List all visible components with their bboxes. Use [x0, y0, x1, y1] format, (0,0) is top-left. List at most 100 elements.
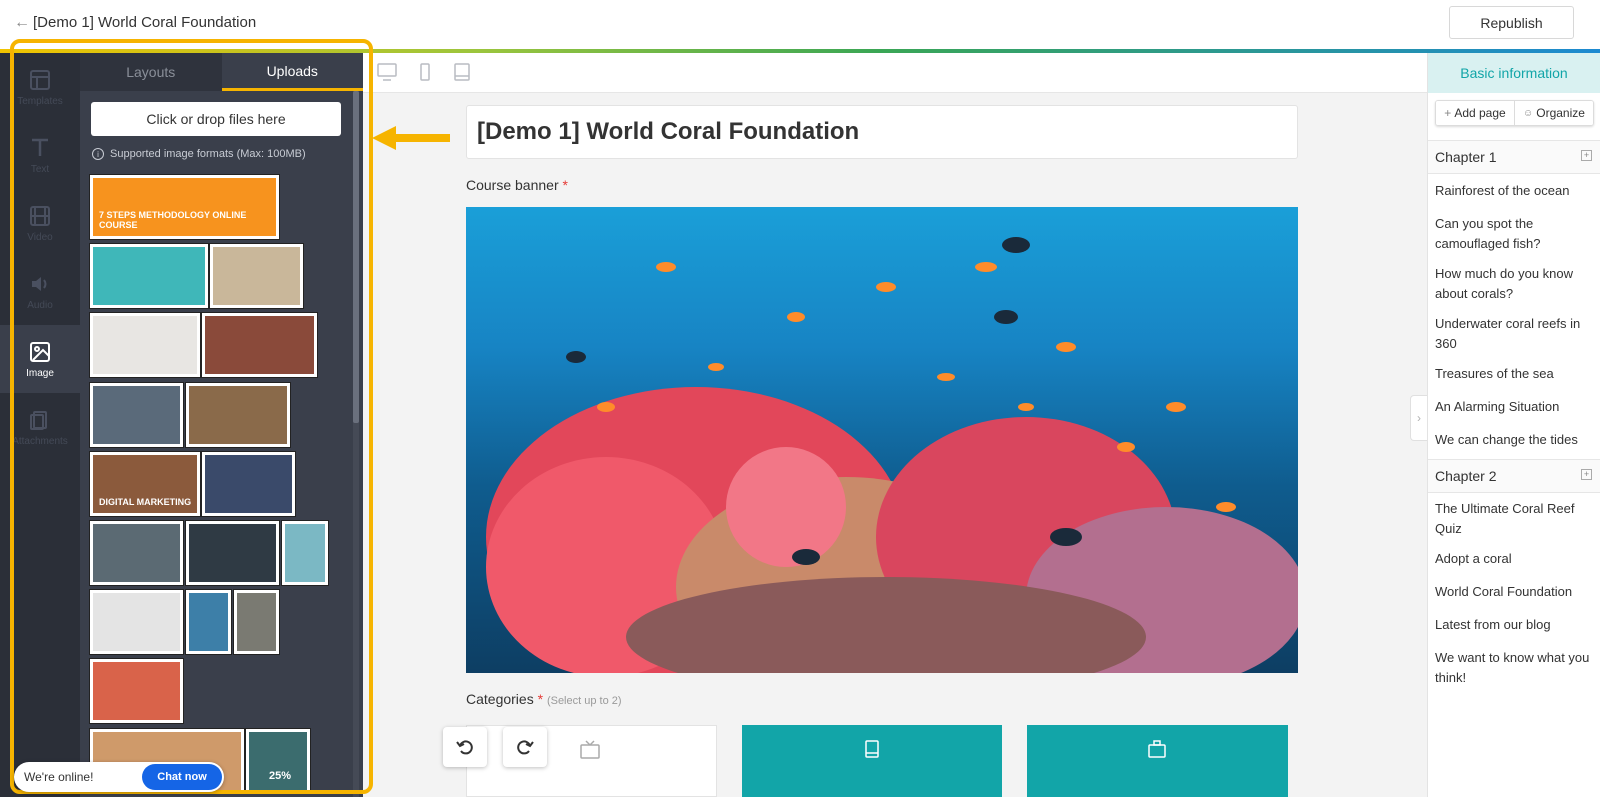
tool-rail: Templates Text Video Audio Image Attachm…: [0, 53, 80, 797]
page-item[interactable]: Adopt a coral: [1435, 549, 1595, 569]
expand-icon[interactable]: +: [1581, 150, 1592, 161]
page-item[interactable]: We want to know what you think!: [1435, 648, 1595, 688]
organize-label: Organize: [1536, 106, 1585, 120]
upload-thumbnail[interactable]: DIGITAL MARKETING: [90, 452, 200, 516]
page-item[interactable]: An Alarming Situation: [1435, 397, 1595, 417]
page-item[interactable]: Latest from our blog: [1435, 615, 1595, 635]
tab-uploads[interactable]: Uploads: [221, 53, 363, 91]
rail-label: Text: [30, 163, 50, 175]
rail-label: Attachments: [12, 435, 68, 447]
rail-item-audio[interactable]: Audio: [0, 257, 80, 325]
scrollbar-thumb[interactable]: [353, 91, 359, 423]
coral-reef-illustration: [486, 237, 1298, 673]
chapter-title: Chapter 2: [1435, 468, 1497, 484]
page-sidebar: Basic information + Add page ☺ Organize …: [1427, 53, 1600, 797]
page-item[interactable]: Rainforest of the ocean: [1435, 181, 1595, 201]
upload-thumbnail[interactable]: [90, 313, 200, 377]
upload-thumbnail[interactable]: 7 STEPS METHODOLOGY ONLINE COURSE: [90, 175, 279, 239]
upload-thumbnail[interactable]: [90, 590, 183, 654]
upload-thumbnail[interactable]: 25%: [246, 729, 310, 793]
rail-label: Image: [26, 367, 54, 379]
course-title: [Demo 1] World Coral Foundation: [33, 14, 257, 31]
page-item[interactable]: Underwater coral reefs in 360: [1435, 314, 1595, 354]
uploads-panel: Layouts Uploads Click or drop files here…: [80, 53, 363, 797]
plus-icon: +: [1444, 106, 1452, 120]
category-option[interactable]: [1027, 725, 1288, 797]
redo-icon: [517, 740, 534, 755]
top-bar: ← [Demo 1] World Coral Foundation Republ…: [0, 0, 1600, 50]
banner-label-text: Course banner: [466, 177, 559, 193]
panel-tabs: Layouts Uploads: [80, 53, 363, 91]
chat-widget: We're online! Chat now: [14, 762, 224, 792]
layout-icon: [30, 69, 50, 90]
upload-thumbnail[interactable]: [282, 521, 328, 585]
speaker-icon: [32, 276, 47, 291]
rail-label: Video: [27, 231, 53, 243]
add-page-label: Add page: [1454, 106, 1506, 120]
rail-item-templates[interactable]: Templates: [0, 53, 80, 121]
chapter-title: Chapter 1: [1435, 149, 1497, 165]
rail-item-image[interactable]: Image: [0, 325, 80, 393]
upload-thumbnail[interactable]: [202, 313, 317, 377]
sidebar-actions: + Add page ☺ Organize: [1435, 100, 1594, 126]
upload-thumbnail[interactable]: [90, 521, 183, 585]
thumbnail-caption: 25%: [269, 769, 292, 782]
upload-thumbnail[interactable]: [234, 590, 279, 654]
undo-icon: [456, 740, 473, 755]
device-toolbar: [363, 53, 1427, 93]
undo-button[interactable]: [443, 727, 487, 767]
upload-thumbnail[interactable]: [202, 452, 295, 516]
categories-hint: (Select up to 2): [546, 695, 622, 707]
editor-canvas: [Demo 1] World Coral Foundation Course b…: [363, 53, 1427, 797]
banner-label: Course banner *: [466, 177, 568, 193]
person-icon: ☺: [1523, 107, 1534, 119]
attachment-icon: [30, 410, 47, 430]
tab-layouts[interactable]: Layouts: [80, 53, 222, 91]
category-option[interactable]: [742, 725, 1002, 797]
back-arrow-icon[interactable]: ←: [14, 14, 30, 32]
categories-label: Categories * (Select up to 2): [466, 691, 622, 707]
mobile-icon[interactable]: [415, 63, 435, 81]
chapter-header[interactable]: Chapter 2 +: [1428, 459, 1600, 493]
upload-dropzone-button[interactable]: Click or drop files here: [91, 102, 341, 136]
page-item[interactable]: We can change the tides: [1435, 430, 1595, 450]
page-item[interactable]: Can you spot the camouflaged fish?: [1435, 214, 1595, 254]
desktop-icon[interactable]: [377, 63, 397, 81]
thumbnail-caption: DIGITAL MARKETING: [99, 497, 192, 508]
chapter-header[interactable]: Chapter 1 +: [1428, 140, 1600, 174]
upload-thumbnail[interactable]: [186, 590, 231, 654]
basic-information-tab[interactable]: Basic information: [1428, 53, 1600, 93]
chat-now-button[interactable]: Chat now: [142, 764, 222, 790]
rail-item-attachments[interactable]: Attachments: [0, 393, 80, 461]
categories-label-text: Categories: [466, 691, 534, 707]
page-item[interactable]: World Coral Foundation: [1435, 582, 1595, 602]
panel-scrollbar[interactable]: [353, 91, 359, 797]
book-icon: [865, 740, 879, 758]
upload-thumbnail[interactable]: [186, 521, 279, 585]
chat-status: We're online!: [24, 770, 94, 784]
upload-thumbnail[interactable]: [90, 383, 183, 447]
course-banner-image[interactable]: [466, 207, 1298, 673]
page-item[interactable]: How much do you know about corals?: [1435, 264, 1595, 304]
text-icon: [32, 138, 48, 156]
add-page-button[interactable]: + Add page: [1436, 101, 1514, 125]
rail-item-video[interactable]: Video: [0, 189, 80, 257]
upload-thumbnail[interactable]: [90, 659, 183, 723]
redo-button[interactable]: [503, 727, 547, 767]
page-item[interactable]: Treasures of the sea: [1435, 364, 1595, 384]
upload-thumbnail[interactable]: [186, 383, 290, 447]
tablet-icon[interactable]: [452, 63, 472, 81]
organize-button[interactable]: ☺ Organize: [1514, 101, 1593, 125]
page-item[interactable]: The Ultimate Coral Reef Quiz: [1435, 499, 1595, 539]
rail-label: Templates: [17, 95, 63, 107]
rail-item-text[interactable]: Text: [0, 121, 80, 189]
required-mark: *: [562, 177, 568, 193]
republish-button[interactable]: Republish: [1449, 6, 1574, 39]
sidebar-collapse-chevron-icon[interactable]: ›: [1410, 395, 1427, 441]
course-title-input[interactable]: [Demo 1] World Coral Foundation: [466, 105, 1298, 159]
image-icon: [30, 341, 50, 362]
upload-thumbnail[interactable]: [210, 244, 303, 308]
expand-icon[interactable]: +: [1581, 469, 1592, 480]
upload-thumbnail[interactable]: [90, 244, 208, 308]
info-icon: i: [92, 148, 104, 160]
